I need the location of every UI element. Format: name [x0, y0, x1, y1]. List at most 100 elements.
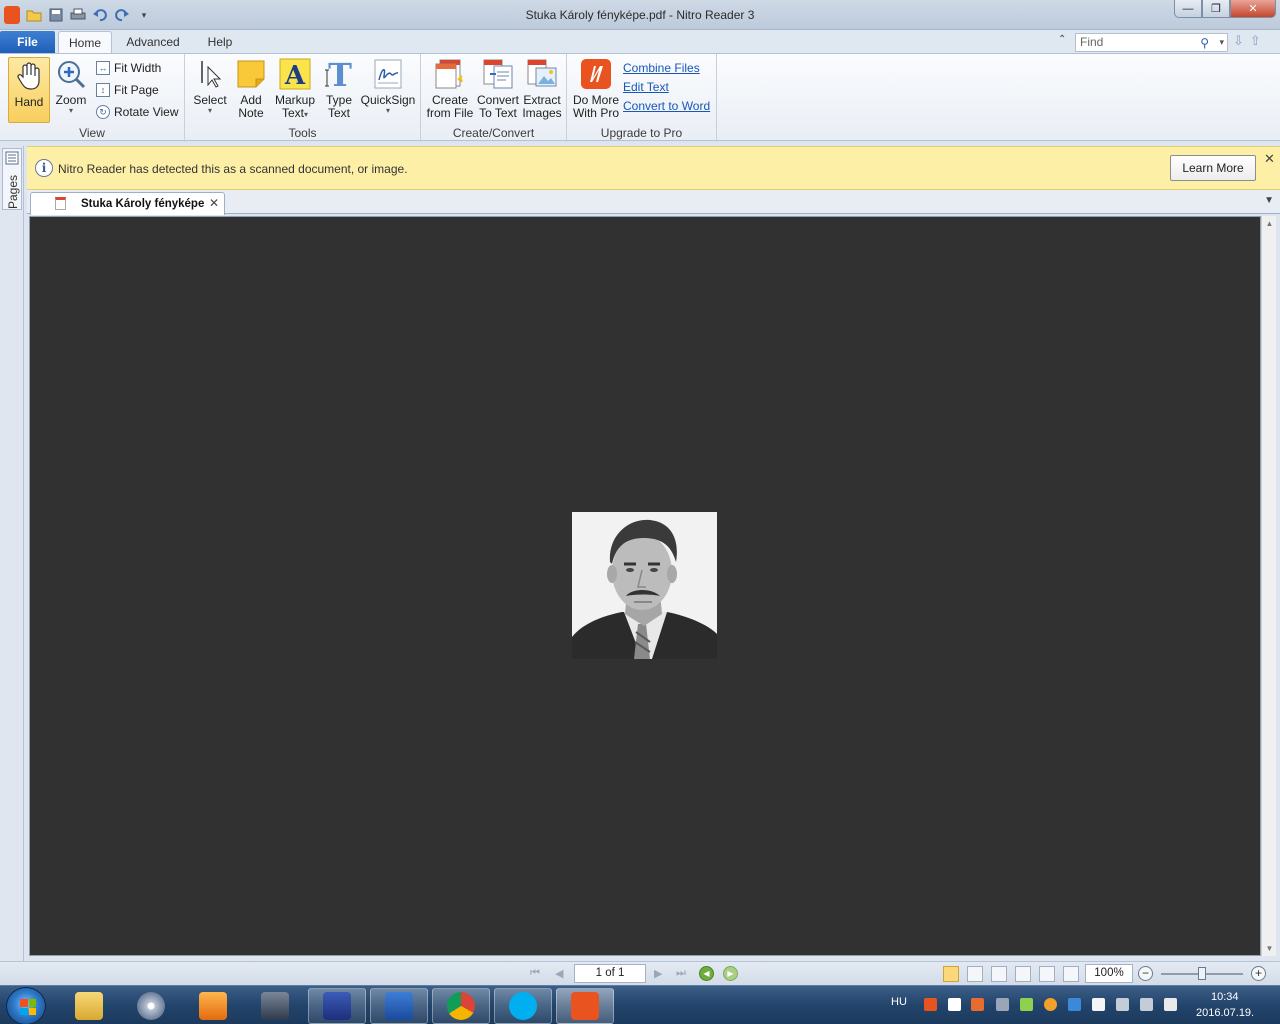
- tab-home[interactable]: Home: [58, 31, 112, 54]
- vertical-scrollbar[interactable]: ▲ ▼: [1261, 216, 1276, 956]
- last-page-icon[interactable]: ⏭: [676, 967, 686, 980]
- search-icon[interactable]: ⚲: [1200, 35, 1209, 52]
- create-convert-group: Create from File Convert To Text Extract…: [421, 54, 567, 142]
- pdf-file-icon: [55, 197, 66, 210]
- tray-check-icon[interactable]: [1092, 998, 1105, 1011]
- close-icon[interactable]: ✕: [1264, 151, 1275, 167]
- windows-logo-icon: [20, 999, 36, 1015]
- info-icon: i: [35, 159, 53, 177]
- tray-app-icon[interactable]: [924, 998, 937, 1011]
- continuous-view-icon[interactable]: [967, 966, 983, 982]
- quicksign-button[interactable]: QuickSign ▾: [361, 58, 415, 115]
- collapse-ribbon-icon[interactable]: ⌃: [1058, 34, 1066, 45]
- language-indicator[interactable]: HU: [891, 996, 907, 1008]
- first-page-icon[interactable]: ⏮: [530, 967, 540, 980]
- taskbar-media-player[interactable]: [184, 988, 242, 1024]
- taskbar-save-app[interactable]: [308, 988, 366, 1024]
- chevron-down-icon: ▾: [385, 106, 390, 115]
- extract-label-line2: Images: [522, 106, 562, 120]
- markup-text-icon: A: [279, 58, 311, 90]
- clock-date[interactable]: 2016.07.19.: [1196, 1007, 1254, 1019]
- create-from-file-button[interactable]: Create from File: [426, 58, 474, 120]
- zoom-slider-thumb[interactable]: [1198, 967, 1206, 980]
- extract-images-button[interactable]: Extract Images: [521, 58, 563, 120]
- pages-panel-tab[interactable]: Pages: [2, 148, 22, 210]
- tray-arrow-icon[interactable]: [971, 998, 984, 1011]
- taskbar-word[interactable]: [370, 988, 428, 1024]
- chrome-icon: [447, 992, 475, 1020]
- facing-view-icon[interactable]: [991, 966, 1007, 982]
- ribbon: Hand Zoom ▾ ↔ Fit Width ↕ Fit Page ↻ Rot…: [0, 53, 1280, 142]
- fit-page-view-icon[interactable]: [1039, 966, 1055, 982]
- edit-text-link[interactable]: Edit Text: [623, 80, 669, 94]
- tray-keyboard-icon[interactable]: [996, 998, 1009, 1011]
- full-screen-view-icon[interactable]: [1063, 966, 1079, 982]
- skype-icon: [509, 992, 537, 1020]
- scroll-down-icon[interactable]: ▼: [1262, 944, 1277, 953]
- type-text-button[interactable]: T Type Text: [323, 58, 355, 120]
- page-number-field[interactable]: 1 of 1: [574, 964, 646, 983]
- single-page-view-icon[interactable]: [943, 966, 959, 982]
- facing-continuous-view-icon[interactable]: [1015, 966, 1031, 982]
- tab-advanced[interactable]: Advanced: [120, 31, 186, 53]
- network-icon[interactable]: [1116, 998, 1129, 1011]
- add-note-button[interactable]: Add Note: [235, 58, 267, 120]
- scroll-up-icon[interactable]: ▲: [1262, 219, 1277, 228]
- clock-time[interactable]: 10:34: [1211, 991, 1239, 1003]
- tray-orange-icon[interactable]: [1044, 998, 1057, 1011]
- title-bar: ▾ Stuka Károly fényképe.pdf - Nitro Read…: [0, 0, 1280, 30]
- zoom-button[interactable]: Zoom ▾: [53, 58, 89, 115]
- taskbar-explorer[interactable]: [60, 988, 118, 1024]
- tab-file[interactable]: File: [0, 31, 55, 53]
- tray-green-icon[interactable]: [1020, 998, 1033, 1011]
- action-center-flag-icon[interactable]: [1164, 998, 1177, 1011]
- zoom-out-icon[interactable]: −: [1138, 966, 1153, 981]
- hand-button[interactable]: Hand: [8, 57, 50, 123]
- tab-help[interactable]: Help: [198, 31, 242, 53]
- find-next-icon[interactable]: ⇩: [1233, 33, 1244, 49]
- learn-more-button[interactable]: Learn More: [1170, 155, 1256, 181]
- rotate-view-label: Rotate View: [114, 105, 179, 119]
- fit-page-button[interactable]: ↕ Fit Page: [96, 83, 159, 97]
- taskbar-skype[interactable]: [494, 988, 552, 1024]
- combine-files-link[interactable]: Combine Files: [623, 61, 700, 75]
- fit-width-button[interactable]: ↔ Fit Width: [96, 61, 161, 75]
- tools-group-label: Tools: [288, 126, 317, 140]
- volume-icon[interactable]: [1140, 998, 1153, 1011]
- minimize-button[interactable]: —: [1174, 0, 1202, 18]
- hand-label: Hand: [14, 95, 44, 109]
- start-button[interactable]: [6, 987, 46, 1024]
- previous-page-icon[interactable]: ◀: [555, 967, 563, 980]
- close-button[interactable]: ✕: [1230, 0, 1276, 18]
- tray-blue-icon[interactable]: [1068, 998, 1081, 1011]
- chevron-down-icon[interactable]: ▾: [1219, 34, 1224, 51]
- do-more-with-pro-button[interactable]: Do More With Pro: [571, 58, 621, 120]
- find-placeholder: Find: [1080, 35, 1104, 49]
- document-tab[interactable]: Stuka Károly fényképe ✕: [30, 192, 225, 215]
- convert-to-word-link[interactable]: Convert to Word: [623, 99, 710, 113]
- back-view-icon[interactable]: ◀: [699, 966, 714, 981]
- close-tab-icon[interactable]: ✕: [209, 196, 219, 210]
- zoom-level-field[interactable]: 100%: [1085, 964, 1133, 983]
- taskbar-chrome[interactable]: [432, 988, 490, 1024]
- maximize-button[interactable]: ❐: [1202, 0, 1230, 18]
- convert-to-text-button[interactable]: Convert To Text: [475, 58, 521, 120]
- find-input[interactable]: Find ⚲ ▾: [1075, 33, 1228, 52]
- create-label-line2: from File: [426, 106, 474, 120]
- disc-icon: [137, 992, 165, 1020]
- rotate-view-button[interactable]: ↻ Rotate View: [96, 105, 178, 119]
- upgrade-group: Do More With Pro Combine Files Edit Text…: [567, 54, 717, 142]
- forward-view-icon[interactable]: ▶: [723, 966, 738, 981]
- zoom-in-icon[interactable]: +: [1251, 966, 1266, 981]
- find-previous-icon[interactable]: ⇧: [1250, 33, 1261, 49]
- taskbar-nitro-reader[interactable]: [556, 988, 614, 1024]
- next-page-icon[interactable]: ▶: [654, 967, 662, 980]
- taskbar-kmplayer[interactable]: [246, 988, 304, 1024]
- tray-windows-icon[interactable]: [948, 998, 961, 1011]
- select-button[interactable]: Select ▾: [193, 58, 227, 115]
- tab-list-dropdown-icon[interactable]: ▼: [1264, 195, 1274, 206]
- taskbar-media-center[interactable]: [122, 988, 180, 1024]
- markup-text-button[interactable]: A Markup Text▾: [273, 58, 317, 120]
- select-cursor-icon: [194, 58, 226, 90]
- markup-label-line2: Text▾: [282, 107, 308, 120]
